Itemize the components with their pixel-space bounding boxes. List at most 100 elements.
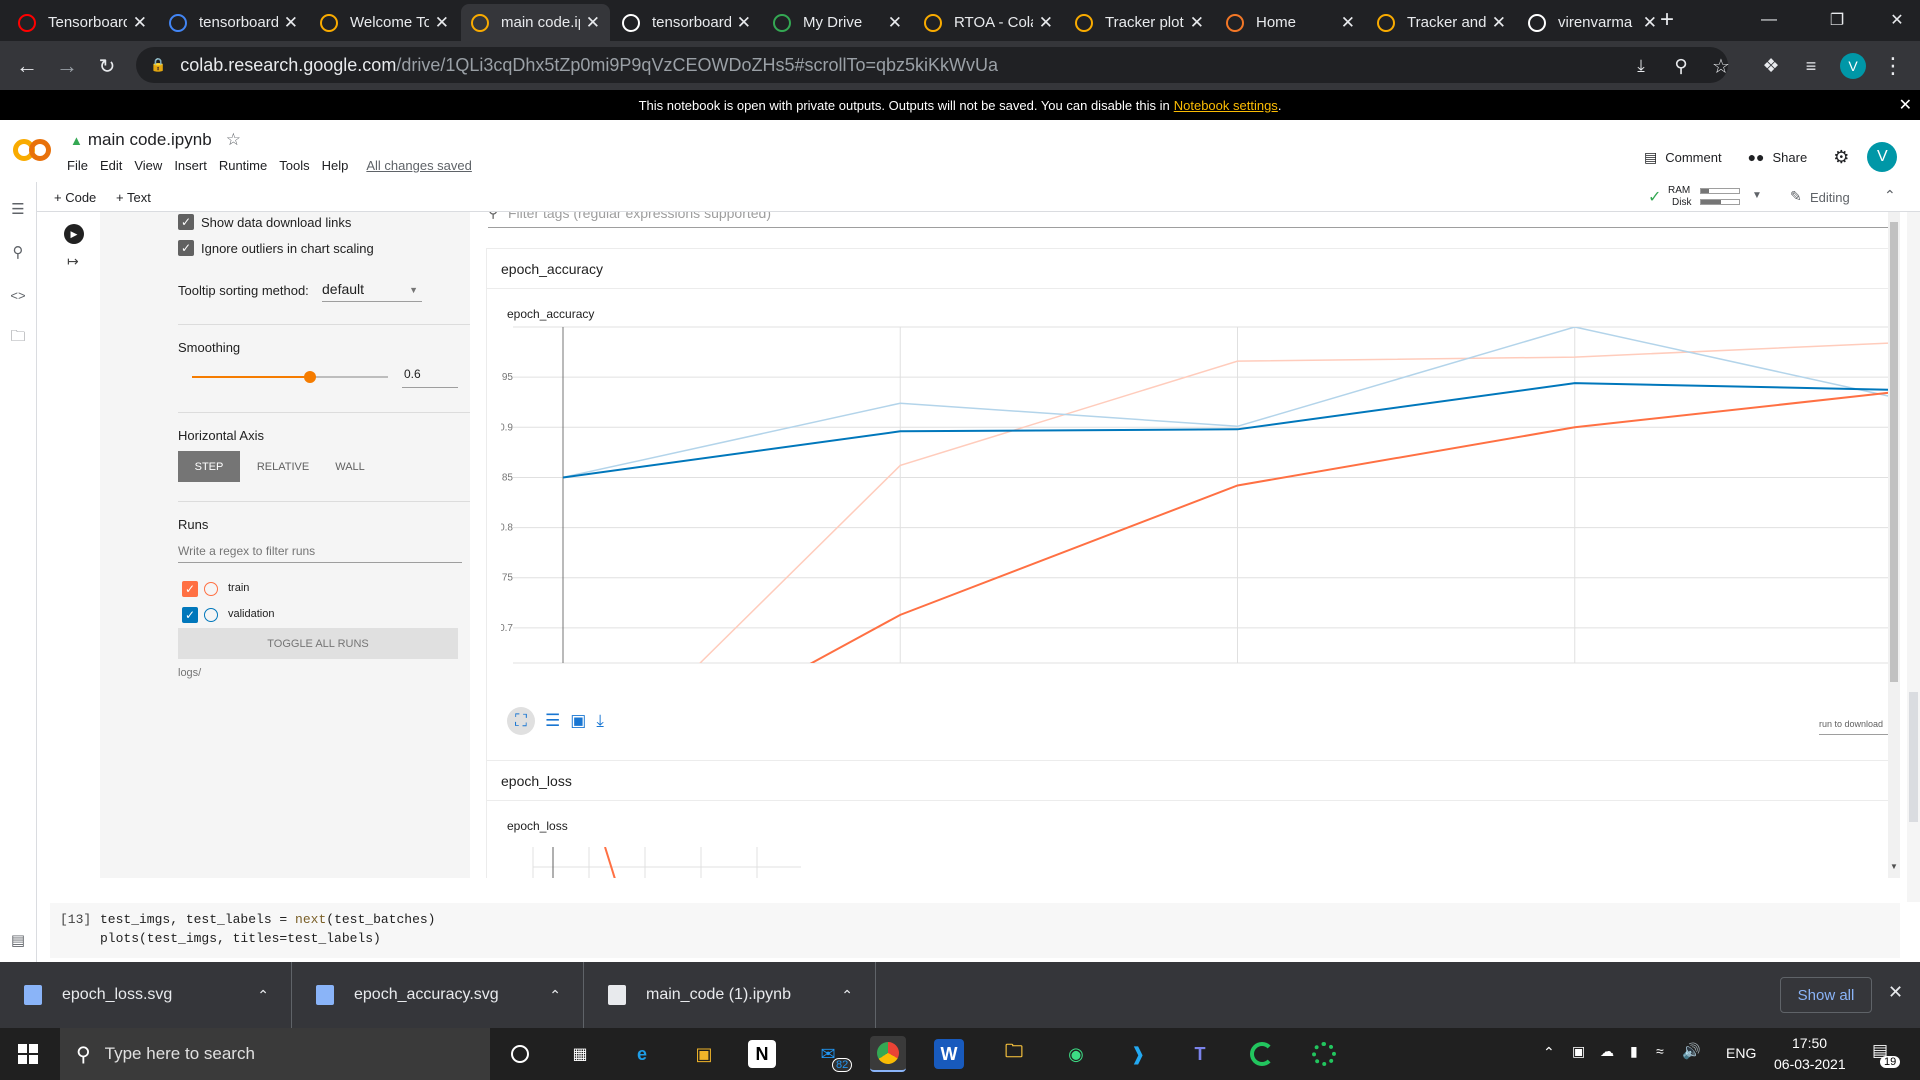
axis-step-button[interactable]: STEP bbox=[178, 451, 240, 482]
resources-dropdown-icon[interactable]: ▼ bbox=[1752, 190, 1762, 201]
volume-icon[interactable]: 🔊 bbox=[1682, 1042, 1701, 1060]
android-studio-icon[interactable]: ◉ bbox=[1058, 1036, 1094, 1072]
bookmark-star-icon[interactable]: ☆ bbox=[1704, 49, 1738, 83]
run-color-swatch[interactable] bbox=[204, 582, 218, 596]
close-window-icon[interactable]: ✕ bbox=[1880, 3, 1914, 37]
code-cell[interactable]: [13] test_imgs, test_labels = next(test_… bbox=[50, 903, 1900, 958]
mail-icon[interactable]: ✉ 82 bbox=[810, 1036, 853, 1072]
close-tab-icon[interactable]: ✕ bbox=[1039, 13, 1053, 33]
profile-avatar[interactable]: V bbox=[1836, 49, 1870, 83]
menu-insert[interactable]: Insert bbox=[174, 158, 207, 173]
fit-domain-icon[interactable]: ▣ bbox=[570, 711, 586, 731]
close-tab-icon[interactable]: ✕ bbox=[1341, 13, 1355, 33]
page-scrollbar[interactable] bbox=[1907, 212, 1920, 902]
run-checkbox-validation[interactable]: ✓ bbox=[182, 607, 198, 623]
new-tab-button[interactable]: + bbox=[1650, 3, 1684, 37]
runs-filter-input[interactable]: Write a regex to filter runs bbox=[178, 539, 462, 563]
clock-time[interactable]: 17:50 bbox=[1792, 1035, 1827, 1051]
epoch-loss-card-header[interactable]: epoch_loss ⌃ bbox=[487, 761, 1900, 801]
notebook-settings-link[interactable]: Notebook settings bbox=[1174, 98, 1278, 113]
notebook-name[interactable]: main code.ipynb bbox=[88, 130, 212, 150]
close-tab-icon[interactable]: ✕ bbox=[888, 13, 902, 33]
show-hidden-icons-icon[interactable]: ⌃ bbox=[1543, 1044, 1555, 1061]
chevron-up-icon[interactable]: ⌃ bbox=[841, 987, 853, 1004]
browser-tab[interactable]: tensorboard ✕ bbox=[159, 4, 308, 41]
settings-gear-icon[interactable]: ⚙ bbox=[1833, 147, 1849, 168]
forward-button[interactable]: → bbox=[50, 49, 84, 83]
ignore-outliers-checkbox[interactable]: ✓ bbox=[178, 240, 194, 256]
table-of-contents-icon[interactable]: ☰ bbox=[8, 199, 28, 219]
battery-icon[interactable]: ▮ bbox=[1630, 1043, 1638, 1060]
share-button[interactable]: Share bbox=[1773, 150, 1808, 165]
restore-window-icon[interactable]: ❐ bbox=[1820, 3, 1854, 37]
meet-now-icon[interactable]: ▣ bbox=[1572, 1043, 1585, 1060]
run-color-swatch[interactable] bbox=[204, 608, 218, 622]
tag-filter-input[interactable]: ⚲ Filter tags (regular expressions suppo… bbox=[488, 212, 1900, 228]
epoch-accuracy-chart[interactable]: 0.70.750.80.850.90.9501234 bbox=[501, 319, 1900, 675]
scroll-down-icon[interactable]: ▼ bbox=[1890, 862, 1898, 871]
close-tab-icon[interactable]: ✕ bbox=[284, 13, 298, 33]
close-tab-icon[interactable]: ✕ bbox=[435, 13, 449, 33]
comment-button[interactable]: Comment bbox=[1665, 150, 1721, 165]
clock-date[interactable]: 06-03-2021 bbox=[1774, 1056, 1846, 1072]
download-item-epoch-loss[interactable]: epoch_loss.svg ⌃ bbox=[0, 962, 292, 1028]
epoch-accuracy-card-header[interactable]: epoch_accuracy ⌃ bbox=[487, 249, 1900, 289]
save-status[interactable]: All changes saved bbox=[366, 158, 472, 173]
menu-runtime[interactable]: Runtime bbox=[219, 158, 267, 173]
zoom-icon[interactable]: ⚲ bbox=[1664, 49, 1698, 83]
cortana-icon[interactable] bbox=[502, 1036, 538, 1072]
download-chart-icon[interactable]: ⤓ bbox=[596, 711, 604, 731]
close-shelf-icon[interactable]: ✕ bbox=[1888, 982, 1903, 1003]
vscode-icon[interactable]: ❱ bbox=[1120, 1036, 1156, 1072]
axis-relative-button[interactable]: RELATIVE bbox=[250, 451, 316, 482]
notion-icon[interactable]: N bbox=[748, 1040, 776, 1068]
browser-menu-icon[interactable]: ⋮ bbox=[1876, 49, 1910, 83]
output-scrollbar-thumb[interactable] bbox=[1890, 222, 1898, 682]
epoch-loss-chart[interactable] bbox=[501, 847, 801, 878]
input-language[interactable]: ENG bbox=[1726, 1045, 1756, 1061]
taskbar-search-box[interactable]: ⚲ Type here to search bbox=[60, 1028, 490, 1080]
reload-icon[interactable]: ↻ bbox=[90, 49, 124, 83]
editing-mode-button[interactable]: Editing bbox=[1810, 190, 1850, 205]
browser-tab[interactable]: Welcome To Colaboratory ✕ bbox=[310, 4, 459, 41]
collapse-header-icon[interactable]: ⌃ bbox=[1884, 187, 1896, 204]
close-tab-icon[interactable]: ✕ bbox=[586, 13, 600, 33]
browser-tab[interactable]: Tracker plots ✕ bbox=[1065, 4, 1214, 41]
browser-tab[interactable]: main code.ipynb ✕ bbox=[461, 4, 610, 41]
media-control-icon[interactable]: ≡ bbox=[1794, 49, 1828, 83]
green-app-icon[interactable] bbox=[1244, 1036, 1280, 1072]
chrome-icon[interactable] bbox=[870, 1036, 906, 1072]
file-explorer-icon[interactable]: 🗀 bbox=[996, 1036, 1032, 1072]
search-icon[interactable]: ⚲ bbox=[8, 242, 28, 262]
menu-help[interactable]: Help bbox=[322, 158, 349, 173]
menu-edit[interactable]: Edit bbox=[100, 158, 122, 173]
minimize-window-icon[interactable]: — bbox=[1752, 3, 1786, 37]
download-item-epoch-accuracy[interactable]: epoch_accuracy.svg ⌃ bbox=[292, 962, 584, 1028]
green-app-icon[interactable] bbox=[1306, 1036, 1342, 1072]
axis-wall-button[interactable]: WALL bbox=[322, 451, 378, 482]
store-icon[interactable]: ▣ bbox=[686, 1036, 722, 1072]
network-icon[interactable]: ☁ bbox=[1600, 1043, 1614, 1060]
user-avatar[interactable]: V bbox=[1867, 142, 1898, 172]
wifi-icon[interactable]: ≈ bbox=[1656, 1043, 1664, 1059]
menu-file[interactable]: File bbox=[67, 158, 88, 173]
run-checkbox-train[interactable]: ✓ bbox=[182, 581, 198, 597]
browser-tab[interactable]: Home ✕ bbox=[1216, 4, 1365, 41]
download-item-main-code[interactable]: main_code (1).ipynb ⌃ bbox=[584, 962, 876, 1028]
colab-logo-icon[interactable] bbox=[12, 138, 52, 162]
close-tab-icon[interactable]: ✕ bbox=[1492, 13, 1506, 33]
windows-start-icon[interactable] bbox=[18, 1044, 38, 1064]
teams-icon[interactable]: T bbox=[1182, 1036, 1218, 1072]
smoothing-input[interactable]: 0.6 bbox=[402, 364, 458, 388]
chevron-up-icon[interactable]: ⌃ bbox=[549, 987, 561, 1004]
run-cell-icon[interactable]: ▶ bbox=[64, 224, 84, 244]
extensions-icon[interactable]: ❖ bbox=[1754, 49, 1788, 83]
add-text-button[interactable]: + Text bbox=[116, 190, 151, 205]
close-tab-icon[interactable]: ✕ bbox=[737, 13, 751, 33]
code-snippets-icon[interactable]: <> bbox=[8, 285, 28, 305]
output-scrollbar[interactable]: ▼ bbox=[1888, 212, 1900, 878]
browser-tab[interactable]: tensorboard ✕ bbox=[612, 4, 761, 41]
tooltip-sorting-select[interactable]: default ▼ bbox=[322, 276, 422, 302]
show-download-links-checkbox[interactable]: ✓ bbox=[178, 214, 194, 230]
browser-tab[interactable]: Tracker and ✕ bbox=[1367, 4, 1516, 41]
